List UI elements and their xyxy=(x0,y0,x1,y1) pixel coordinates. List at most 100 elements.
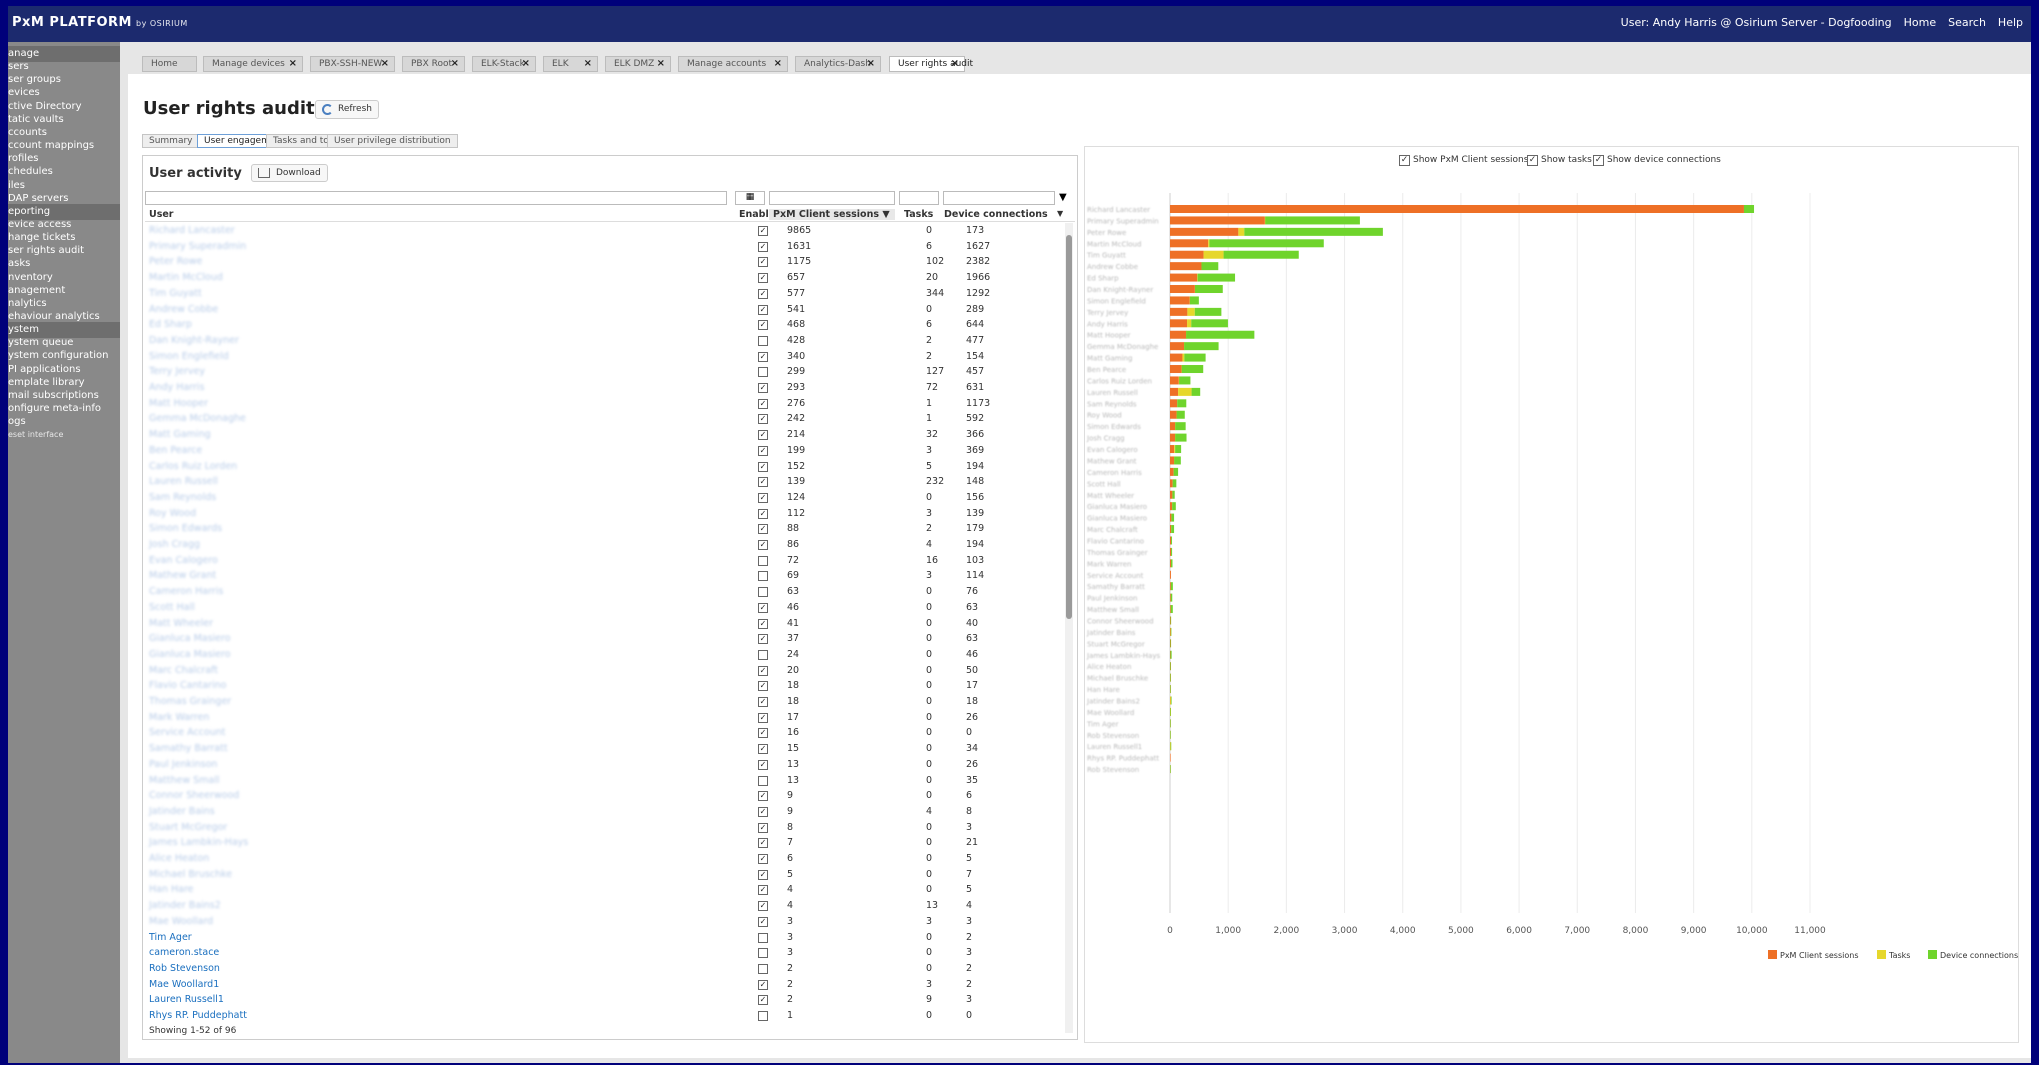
user-link[interactable]: Alice Heaton xyxy=(149,853,209,864)
enabled-checkbox[interactable]: ✓ xyxy=(758,728,768,739)
subtab-user-privilege-distribution[interactable]: User privilege distribution xyxy=(327,134,458,148)
enabled-checkbox[interactable]: ✓ xyxy=(758,241,768,252)
user-link[interactable]: Mark Warren xyxy=(149,712,209,723)
enabled-checkbox[interactable]: ✓ xyxy=(758,681,768,692)
user-link[interactable]: Samathy Barratt xyxy=(149,743,228,754)
enabled-checkbox[interactable]: ✓ xyxy=(758,854,768,864)
chart-option-toggle[interactable]: ✓ Show PxM Client sessions xyxy=(1399,155,1528,166)
user-link[interactable]: Josh Cragg xyxy=(149,539,200,550)
close-icon[interactable]: × xyxy=(289,57,297,71)
enabled-checkbox[interactable]: ✓ xyxy=(758,320,768,331)
download-button[interactable]: Download xyxy=(251,164,328,182)
enabled-checkbox[interactable]: ✓ xyxy=(758,461,768,472)
tab-pbx-root[interactable]: PBX Root × xyxy=(402,56,465,72)
enabled-checkbox[interactable] xyxy=(758,367,768,378)
close-icon[interactable]: × xyxy=(522,57,530,71)
tab-elk-stack[interactable]: ELK-Stack × xyxy=(472,56,536,72)
enabled-checkbox[interactable]: ✓ xyxy=(758,791,768,802)
enabled-checkbox[interactable]: ✓ xyxy=(758,492,768,503)
enabled-checkbox[interactable]: ✓ xyxy=(758,351,768,362)
user-link[interactable]: Cameron Harris xyxy=(149,586,223,597)
enabled-filter[interactable]: ▦ xyxy=(735,191,765,205)
enabled-checkbox[interactable]: ✓ xyxy=(758,398,768,409)
tab-elk[interactable]: ELK × xyxy=(543,56,598,72)
checkbox[interactable]: ✓ xyxy=(1399,155,1410,166)
enabled-checkbox[interactable]: ✓ xyxy=(758,869,768,880)
tab-analytics-dash[interactable]: Analytics-Dash × xyxy=(795,56,881,72)
refresh-button[interactable]: Refresh xyxy=(315,100,379,119)
user-link[interactable]: Roy Wood xyxy=(149,508,196,519)
tab-manage-devices[interactable]: Manage devices × xyxy=(203,56,303,72)
subtab-summary[interactable]: Summary xyxy=(142,134,200,148)
filter-icon[interactable]: ▼ xyxy=(1059,192,1067,203)
sessions-filter-input[interactable] xyxy=(769,191,895,205)
user-link[interactable]: Simon Edwards xyxy=(149,523,222,534)
help-link[interactable]: Help xyxy=(1998,16,2023,29)
enabled-checkbox[interactable]: ✓ xyxy=(758,634,768,645)
user-link[interactable]: Rhys RP. Puddephatt xyxy=(149,1010,247,1021)
user-link[interactable]: Evan Calogero xyxy=(149,555,218,566)
user-link[interactable]: Terry Jervey xyxy=(149,366,205,377)
tasks-filter-input[interactable] xyxy=(899,191,939,205)
enabled-checkbox[interactable]: ✓ xyxy=(758,665,768,676)
user-link[interactable]: Lauren Russell xyxy=(149,476,218,487)
user-link[interactable]: James Lambkin-Hays xyxy=(149,837,248,848)
enabled-checkbox[interactable]: ✓ xyxy=(758,445,768,456)
enabled-checkbox[interactable]: ✓ xyxy=(758,806,768,817)
enabled-checkbox[interactable]: ✓ xyxy=(758,477,768,488)
enabled-checkbox[interactable] xyxy=(758,335,768,346)
enabled-checkbox[interactable]: ✓ xyxy=(758,602,768,613)
enabled-checkbox[interactable]: ✓ xyxy=(758,995,768,1006)
enabled-checkbox[interactable]: ✓ xyxy=(758,822,768,833)
enabled-checkbox[interactable] xyxy=(758,948,768,959)
user-link[interactable]: Thomas Grainger xyxy=(149,696,231,707)
user-link[interactable]: Matt Wheeler xyxy=(149,618,213,629)
user-link[interactable]: Michael Bruschke xyxy=(149,869,232,880)
enabled-checkbox[interactable] xyxy=(758,1011,768,1021)
tab-manage-accounts[interactable]: Manage accounts × xyxy=(678,56,788,72)
enabled-checkbox[interactable] xyxy=(758,649,768,660)
user-link[interactable]: Simon Englefield xyxy=(149,351,229,362)
user-link[interactable]: Mae Woollard xyxy=(149,916,213,927)
user-link[interactable]: Paul Jenkinson xyxy=(149,759,217,770)
user-link[interactable]: Sam Reynolds xyxy=(149,492,216,503)
enabled-checkbox[interactable] xyxy=(758,571,768,582)
user-link[interactable]: cameron.stace xyxy=(149,947,219,958)
enabled-checkbox[interactable]: ✓ xyxy=(758,257,768,268)
close-icon[interactable]: × xyxy=(657,57,665,71)
enabled-checkbox[interactable] xyxy=(758,555,768,566)
tab-pbx-ssh-new[interactable]: PBX-SSH-NEW × xyxy=(310,56,395,72)
checkbox[interactable]: ✓ xyxy=(1593,155,1604,166)
column-menu-icon[interactable]: ▼ xyxy=(1057,209,1063,218)
user-link[interactable]: Marc Chalcraft xyxy=(149,665,218,676)
enabled-checkbox[interactable]: ✓ xyxy=(758,508,768,519)
user-link[interactable]: Rob Stevenson xyxy=(149,963,220,974)
user-link[interactable]: Gianluca Masiero xyxy=(149,633,231,644)
home-link[interactable]: Home xyxy=(1904,16,1936,29)
user-link[interactable]: Matthew Small xyxy=(149,775,220,786)
enabled-checkbox[interactable]: ✓ xyxy=(758,759,768,770)
enabled-checkbox[interactable]: ✓ xyxy=(758,838,768,849)
user-link[interactable]: Tim Guyatt xyxy=(149,288,202,299)
enabled-checkbox[interactable] xyxy=(758,587,768,598)
user-link[interactable]: Service Account xyxy=(149,727,226,738)
col-tasks[interactable]: Tasks xyxy=(904,209,933,220)
enabled-checkbox[interactable] xyxy=(758,775,768,786)
col-sessions[interactable]: PxM Client sessions ▼ xyxy=(769,209,895,220)
user-link[interactable]: Matt Gaming xyxy=(149,429,211,440)
user-link[interactable]: Andy Harris xyxy=(149,382,204,393)
enabled-checkbox[interactable] xyxy=(758,932,768,943)
chart-option-toggle[interactable]: ✓ Show device connections xyxy=(1593,155,1721,166)
brand-logo[interactable]: PxM PLATFORM by OSIRIUM xyxy=(12,15,188,30)
enabled-checkbox[interactable]: ✓ xyxy=(758,540,768,550)
user-link[interactable]: Scott Hall xyxy=(149,602,195,613)
enabled-checkbox[interactable]: ✓ xyxy=(758,383,768,393)
enabled-checkbox[interactable]: ✓ xyxy=(758,304,768,315)
user-link[interactable]: Andrew Cobbe xyxy=(149,304,218,315)
chart-option-toggle[interactable]: ✓ Show tasks xyxy=(1527,155,1592,166)
user-link[interactable]: Dan Knight-Rayner xyxy=(149,335,239,346)
user-link[interactable]: Matt Hooper xyxy=(149,398,208,409)
scroll-thumb[interactable] xyxy=(1066,235,1072,619)
enabled-checkbox[interactable]: ✓ xyxy=(758,226,768,236)
user-link[interactable]: Ben Pearce xyxy=(149,445,202,456)
